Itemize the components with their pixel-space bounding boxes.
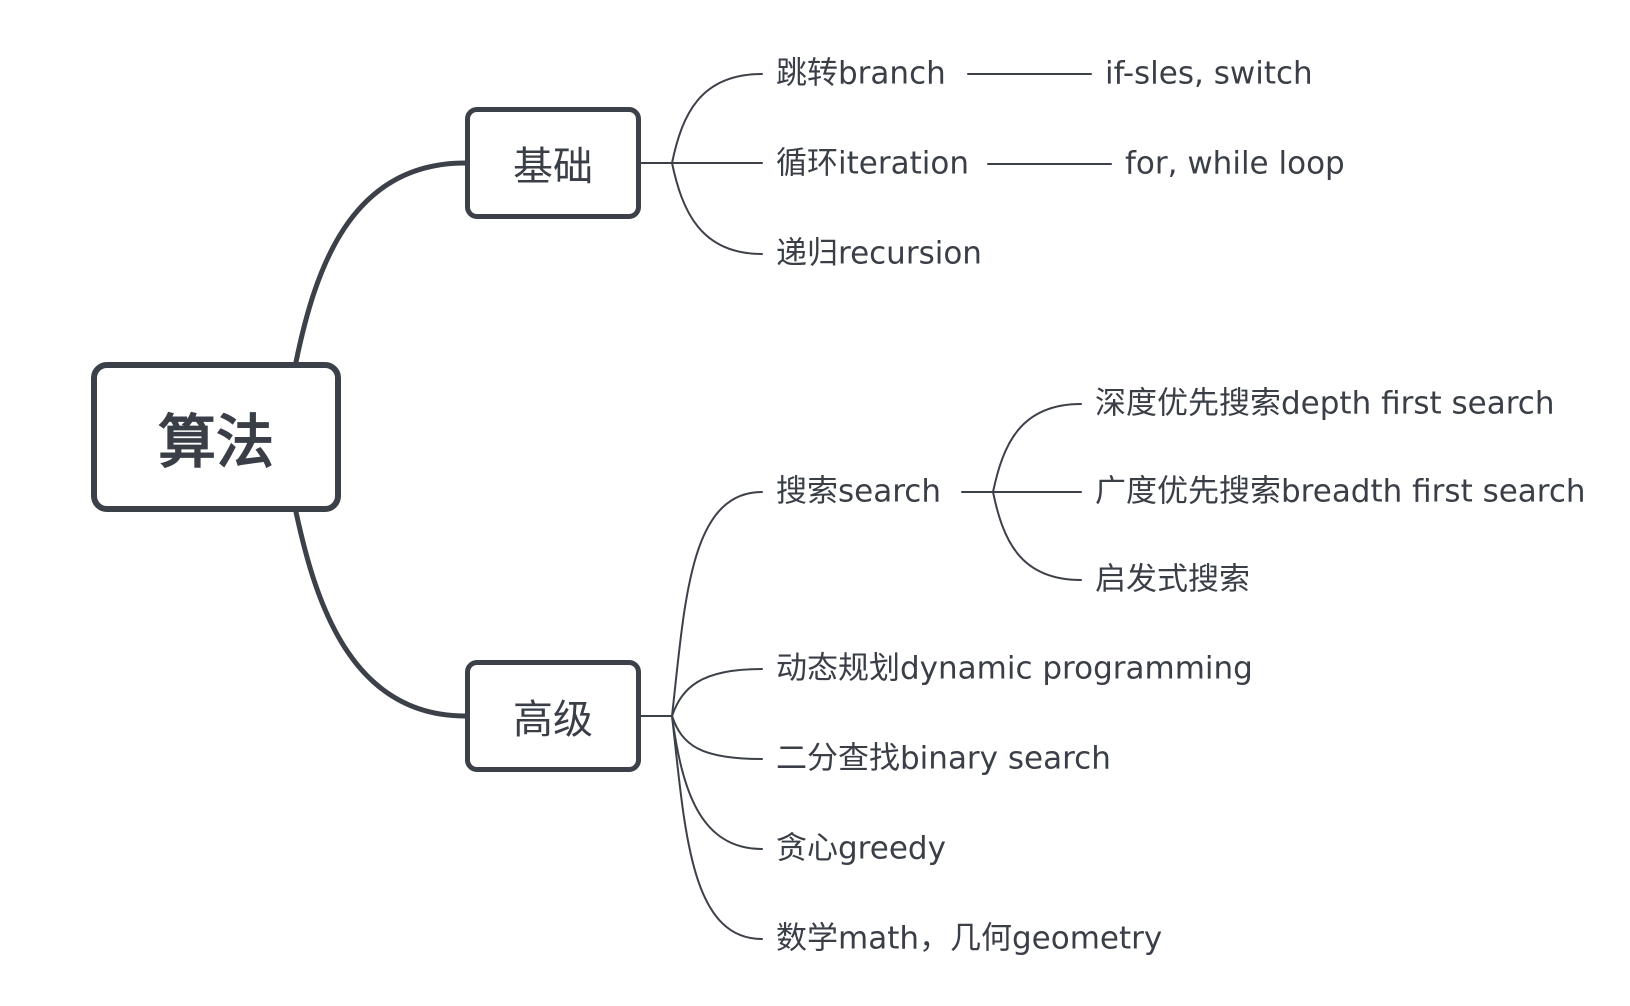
connector-advanced-to-math [671,715,763,940]
node-iteration: 循环iteration [776,145,969,182]
connector-advanced-to-binary [671,715,763,760]
node-basic: 基础 [465,107,641,219]
connector-advanced-to-dp [671,668,763,717]
node-depth-first-search: 深度优先搜索depth first search [1095,385,1555,422]
node-dynamic-programming: 动态规划dynamic programming [776,650,1253,687]
connector-root-to-basic [293,160,468,365]
root-node: 算法 [91,362,341,512]
node-branch: 跳转branch [776,55,946,92]
connector-basic-to-branch [671,73,763,164]
node-search: 搜索search [776,473,941,510]
connector-search-to-heuristic [992,491,1082,581]
connector-advanced-to-search [671,491,763,717]
node-greedy: 贪心greedy [776,830,946,867]
node-math-geometry: 数学math，几何geometry [776,920,1163,957]
node-advanced-label: 高级 [513,697,593,743]
node-branch-detail: if-sles, switch [1105,55,1313,92]
node-recursion: 递归recursion [776,235,982,272]
node-binary-search: 二分查找binary search [776,740,1111,777]
node-advanced: 高级 [465,660,641,772]
node-iteration-detail: for, while loop [1125,145,1345,182]
node-heuristic-search: 启发式搜索 [1095,561,1250,598]
node-basic-label: 基础 [513,144,593,190]
connector-search-to-dfs [992,403,1082,493]
root-node-label: 算法 [157,408,274,476]
connector-basic-to-recursion [671,162,763,255]
connector-root-to-advanced [293,509,468,719]
node-breadth-first-search: 广度优先搜索breadth first search [1095,473,1586,510]
